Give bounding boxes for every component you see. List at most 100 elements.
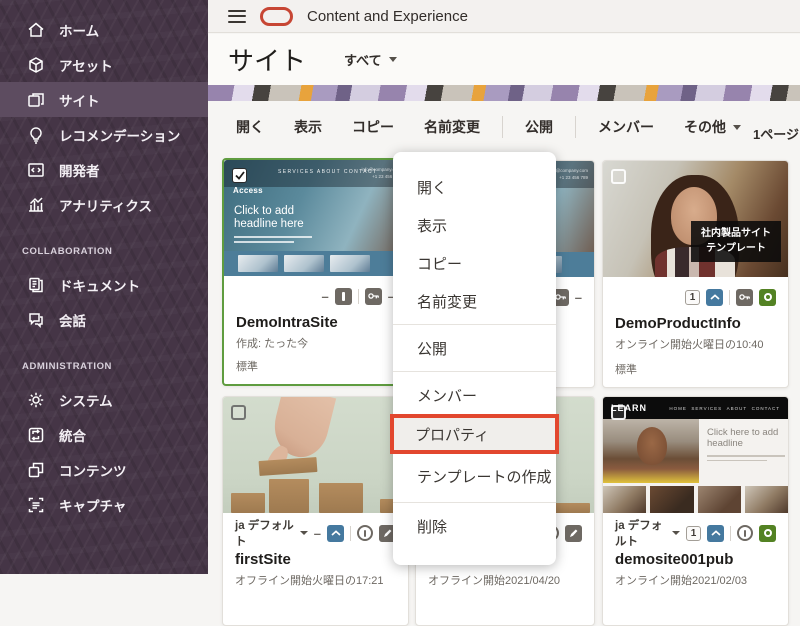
menu-item-create-template[interactable]: テンプレートの作成 <box>393 454 556 498</box>
sidebar-item-content[interactable]: コンテンツ <box>0 452 208 487</box>
sidebar-item-label: レコメンデーション <box>59 125 180 145</box>
template-badge: 社内製品サイト テンプレート <box>691 221 781 262</box>
sidebar-item-analytics[interactable]: アナリティクス <box>0 187 208 222</box>
site-tile-demointrasite[interactable]: SERVICES ABOUT CONTACT info@company.com+… <box>222 158 409 386</box>
site-meta: オンライン開始2021/02/03 <box>615 572 776 588</box>
sidebar-item-assets[interactable]: アセット <box>0 47 208 82</box>
sidebar-item-conversation[interactable]: 会話 <box>0 302 208 337</box>
sidebar: ホーム アセット サイト レコメンデーション 開発者 アナリティクス COLLA… <box>0 0 208 574</box>
menu-item-publish[interactable]: 公開 <box>393 329 556 367</box>
online-status-icon <box>759 525 776 542</box>
page-header: サイト すべて <box>208 34 800 85</box>
menu-item-members[interactable]: メンバー <box>393 376 556 414</box>
tile-checkbox[interactable] <box>232 168 247 183</box>
publish-button[interactable]: 公開 <box>525 117 553 137</box>
tile-checkbox[interactable] <box>611 169 626 184</box>
tile-status-row: – – <box>236 287 395 305</box>
site-title: demosite001pub <box>615 551 776 568</box>
hamburger-menu-icon[interactable] <box>228 10 246 23</box>
menu-item-properties[interactable]: プロパティ <box>390 414 559 454</box>
open-button[interactable]: 開く <box>236 117 264 137</box>
integration-icon <box>26 425 45 444</box>
sidebar-item-documents[interactable]: ドキュメント <box>0 267 208 302</box>
offline-status-icon <box>737 525 753 541</box>
no-updates-indicator: – <box>322 290 329 303</box>
no-updates-indicator: – <box>314 527 321 540</box>
tile-checkbox[interactable] <box>611 405 626 420</box>
menu-item-open[interactable]: 開く <box>393 168 556 206</box>
edit-pencil-icon <box>565 525 582 542</box>
language-dropdown[interactable]: ja デフォルト <box>615 517 680 549</box>
app-window: { "app": { "title": "Content and Experie… <box>0 0 800 574</box>
status-divider <box>350 526 351 541</box>
assets-icon <box>26 55 45 74</box>
content-icon <box>26 460 45 479</box>
rename-button[interactable]: 名前変更 <box>424 117 480 137</box>
toolbar-divider <box>502 116 503 138</box>
tile-status-row: ja デフォルト 1 <box>615 524 776 542</box>
home-icon <box>26 20 45 39</box>
preview-headline: Click here to add headline <box>707 427 783 450</box>
check-icon <box>235 171 245 180</box>
key-icon <box>736 289 753 306</box>
menu-item-rename[interactable]: 名前変更 <box>393 282 556 320</box>
chevron-down-icon <box>672 531 680 535</box>
chevron-down-icon <box>389 57 397 62</box>
recommendations-icon <box>26 125 45 144</box>
pagination-label[interactable]: 1ページ <box>753 124 799 143</box>
sidebar-item-sites[interactable]: サイト <box>0 82 208 117</box>
filter-label: すべて <box>344 50 382 69</box>
key-icon <box>365 288 382 305</box>
sidebar-item-label: 開発者 <box>59 160 100 180</box>
publish-up-icon <box>707 525 724 542</box>
sidebar-item-integration[interactable]: 統合 <box>0 417 208 452</box>
sidebar-item-home[interactable]: ホーム <box>0 12 208 47</box>
sidebar-item-label: アセット <box>59 55 113 75</box>
menu-divider <box>393 371 556 372</box>
sidebar-item-label: 会話 <box>59 310 86 330</box>
filter-dropdown[interactable]: すべて <box>344 50 397 69</box>
oracle-logo-icon <box>260 7 293 26</box>
menu-item-view[interactable]: 表示 <box>393 206 556 244</box>
preview-nav-text: HOME SERVICES ABOUT CONTACT <box>669 406 780 411</box>
tile-status-row: 1 <box>615 288 776 306</box>
site-preview-image <box>223 397 408 513</box>
preview-thumbnail-strip <box>603 486 788 513</box>
analytics-icon <box>26 195 45 214</box>
page-title: サイト <box>228 41 306 78</box>
online-status-icon <box>759 289 776 306</box>
site-type-label: 標準 <box>615 361 637 377</box>
capture-icon <box>26 495 45 514</box>
more-dropdown[interactable]: その他 <box>684 117 741 137</box>
site-meta: 作成: たった今 <box>236 335 395 351</box>
site-tile-firstsite[interactable]: ja デフォルト – firstSite オフライン開始火曜日の17:21 <box>222 396 409 626</box>
site-tile-demoproductinfo[interactable]: 社内製品サイト テンプレート 1 DemoProductInfo オンライン開始… <box>602 160 789 388</box>
publish-up-icon <box>706 289 723 306</box>
status-divider <box>729 290 730 305</box>
site-type-label: 標準 <box>236 358 258 374</box>
preview-paragraph-lines <box>234 236 312 246</box>
language-dropdown[interactable]: ja デフォルト <box>235 517 308 549</box>
sidebar-item-recommendations[interactable]: レコメンデーション <box>0 117 208 152</box>
view-button[interactable]: 表示 <box>294 117 322 137</box>
menu-item-copy[interactable]: コピー <box>393 244 556 282</box>
sidebar-item-developer[interactable]: 開発者 <box>0 152 208 187</box>
status-divider <box>730 526 731 541</box>
developer-icon <box>26 160 45 179</box>
sidebar-section-collaboration: COLLABORATION <box>0 222 208 267</box>
sidebar-item-system[interactable]: システム <box>0 382 208 417</box>
preview-brand-text: Access <box>233 186 263 195</box>
offline-status-icon <box>357 525 373 541</box>
sidebar-section-administration: ADMINISTRATION <box>0 337 208 382</box>
menu-item-delete[interactable]: 削除 <box>393 507 556 545</box>
actions-toolbar: 開く 表示 コピー 名前変更 公開 メンバー その他 <box>208 101 800 153</box>
sidebar-item-capture[interactable]: キャプチャ <box>0 487 208 522</box>
chevron-down-icon <box>300 531 308 535</box>
update-count-badge: 1 <box>685 290 700 305</box>
copy-button[interactable]: コピー <box>352 117 394 137</box>
site-preview-image: 社内製品サイト テンプレート <box>603 161 788 277</box>
site-tile-demosite001pub[interactable]: LEARN HOME SERVICES ABOUT CONTACT Click … <box>602 396 789 626</box>
site-title: firstSite <box>235 551 396 568</box>
members-button[interactable]: メンバー <box>598 117 654 137</box>
tile-checkbox[interactable] <box>231 405 246 420</box>
